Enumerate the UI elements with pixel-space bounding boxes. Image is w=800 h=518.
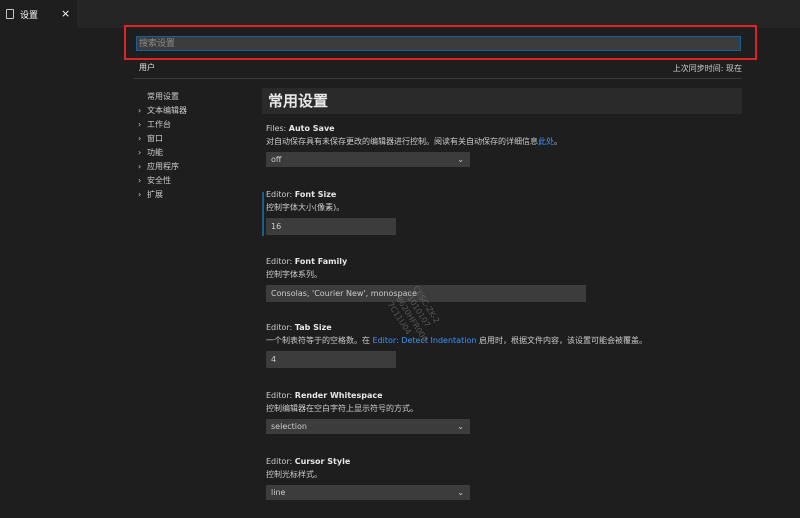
chevron-right-icon: › [138,148,142,157]
settings-tab[interactable]: 设置 × [0,0,77,28]
setting-cursor-style: Editor: Cursor Style 控制光标样式。 line ⌄ [266,457,470,500]
chevron-right-icon: › [138,176,142,185]
setting-title: Editor: Font Family [266,257,586,266]
toc-item-extensions[interactable]: › 扩展 [138,188,248,202]
toc-item-features[interactable]: › 功能 [138,146,248,160]
close-icon[interactable]: × [61,7,70,21]
toc-item-label: 扩展 [147,190,163,199]
tab-size-input[interactable]: 4 [266,351,396,368]
toc-item-label: 安全性 [147,176,171,185]
desc-text: 启用时，根据文件内容，该设置可能会被覆盖。 [476,336,647,345]
setting-description: 控制编辑器在空白字符上显示符号的方式。 [266,404,418,413]
chevron-right-icon: › [138,106,142,115]
setting-name: Auto Save [288,124,335,133]
setting-category: Files: [266,124,289,133]
setting-category: Editor: [266,457,295,466]
settings-main: 常用设置 [262,88,742,114]
chevron-down-icon: ⌄ [457,155,464,164]
setting-category: Editor: [266,323,295,332]
setting-name: Font Size [294,190,337,199]
setting-category: Editor: [266,257,295,266]
editor-tab-bar: 设置 × [0,0,800,28]
chevron-right-icon: › [138,190,142,199]
setting-title: Editor: Tab Size [266,323,647,332]
setting-title: Editor: Render Whitespace [266,391,470,400]
setting-name: Tab Size [294,323,332,332]
search-highlight-box [124,25,757,60]
toc-item-label: 窗口 [147,134,163,143]
desc-text: 一个制表符等于的空格数。在 [266,336,373,345]
setting-font-size: Editor: Font Size 控制字体大小(像素)。 16 [266,190,396,235]
select-value: line [271,488,286,497]
toc-item-workbench[interactable]: › 工作台 [138,118,248,132]
settings-tab-label: 设置 [20,10,39,21]
file-icon [6,9,14,19]
setting-name: Cursor Style [294,457,351,466]
chevron-right-icon: › [138,120,142,129]
focus-indicator [262,192,264,236]
setting-render-whitespace: Editor: Render Whitespace 控制编辑器在空白字符上显示符… [266,391,470,434]
select-value: off [271,155,282,164]
setting-title: Files: Auto Save [266,124,562,133]
setting-name: Font Family [294,257,348,266]
setting-category: Editor: [266,391,295,400]
toc-item-label: 工作台 [147,120,171,129]
setting-title: Editor: Cursor Style [266,457,470,466]
toc-item-security[interactable]: › 安全性 [138,174,248,188]
sync-status: 上次同步时间: 现在 [672,64,742,73]
chevron-right-icon: › [138,134,142,143]
auto-save-select[interactable]: off ⌄ [266,152,470,167]
toc-item-label: 应用程序 [147,162,179,171]
chevron-down-icon: ⌄ [457,488,464,497]
toc-item-label: 功能 [147,148,163,157]
cursor-style-select[interactable]: line ⌄ [266,485,470,500]
setting-auto-save: Files: Auto Save 对自动保存具有未保存更改的编辑器进行控制。阅读… [266,124,562,167]
setting-category: Editor: [266,190,295,199]
select-value: selection [271,422,307,431]
toc-item-label: 常用设置 [147,92,179,101]
toc-item-common[interactable]: 常用设置 [138,90,248,104]
font-size-input[interactable]: 16 [266,218,396,235]
toc-item-text-editor[interactable]: › 文本编辑器 [138,104,248,118]
setting-name: Render Whitespace [294,391,383,400]
desc-link[interactable]: 此处 [538,137,554,146]
tab-user-scope[interactable]: 用户 [134,62,160,79]
settings-toc: 常用设置 › 文本编辑器 › 工作台 › 窗口 › 功能 › 应用程序 › 安全… [138,90,248,202]
search-settings-input[interactable] [136,36,741,51]
header-divider [134,78,741,79]
toc-item-application[interactable]: › 应用程序 [138,160,248,174]
setting-description: 控制光标样式。 [266,470,322,479]
setting-description: 控制字体大小(像素)。 [266,203,345,212]
toc-item-window[interactable]: › 窗口 [138,132,248,146]
section-title: 常用设置 [262,88,742,114]
chevron-right-icon: › [138,162,142,171]
toc-item-label: 文本编辑器 [147,106,187,115]
setting-description: 对自动保存具有未保存更改的编辑器进行控制。阅读有关自动保存的详细信息此处。 [266,136,562,147]
chevron-down-icon: ⌄ [457,422,464,431]
render-whitespace-select[interactable]: selection ⌄ [266,419,470,434]
desc-text: 。 [554,137,562,146]
setting-description: 控制字体系列。 [266,270,322,279]
setting-title: Editor: Font Size [266,190,396,199]
desc-text: 对自动保存具有未保存更改的编辑器进行控制。阅读有关自动保存的详细信息 [266,137,538,146]
